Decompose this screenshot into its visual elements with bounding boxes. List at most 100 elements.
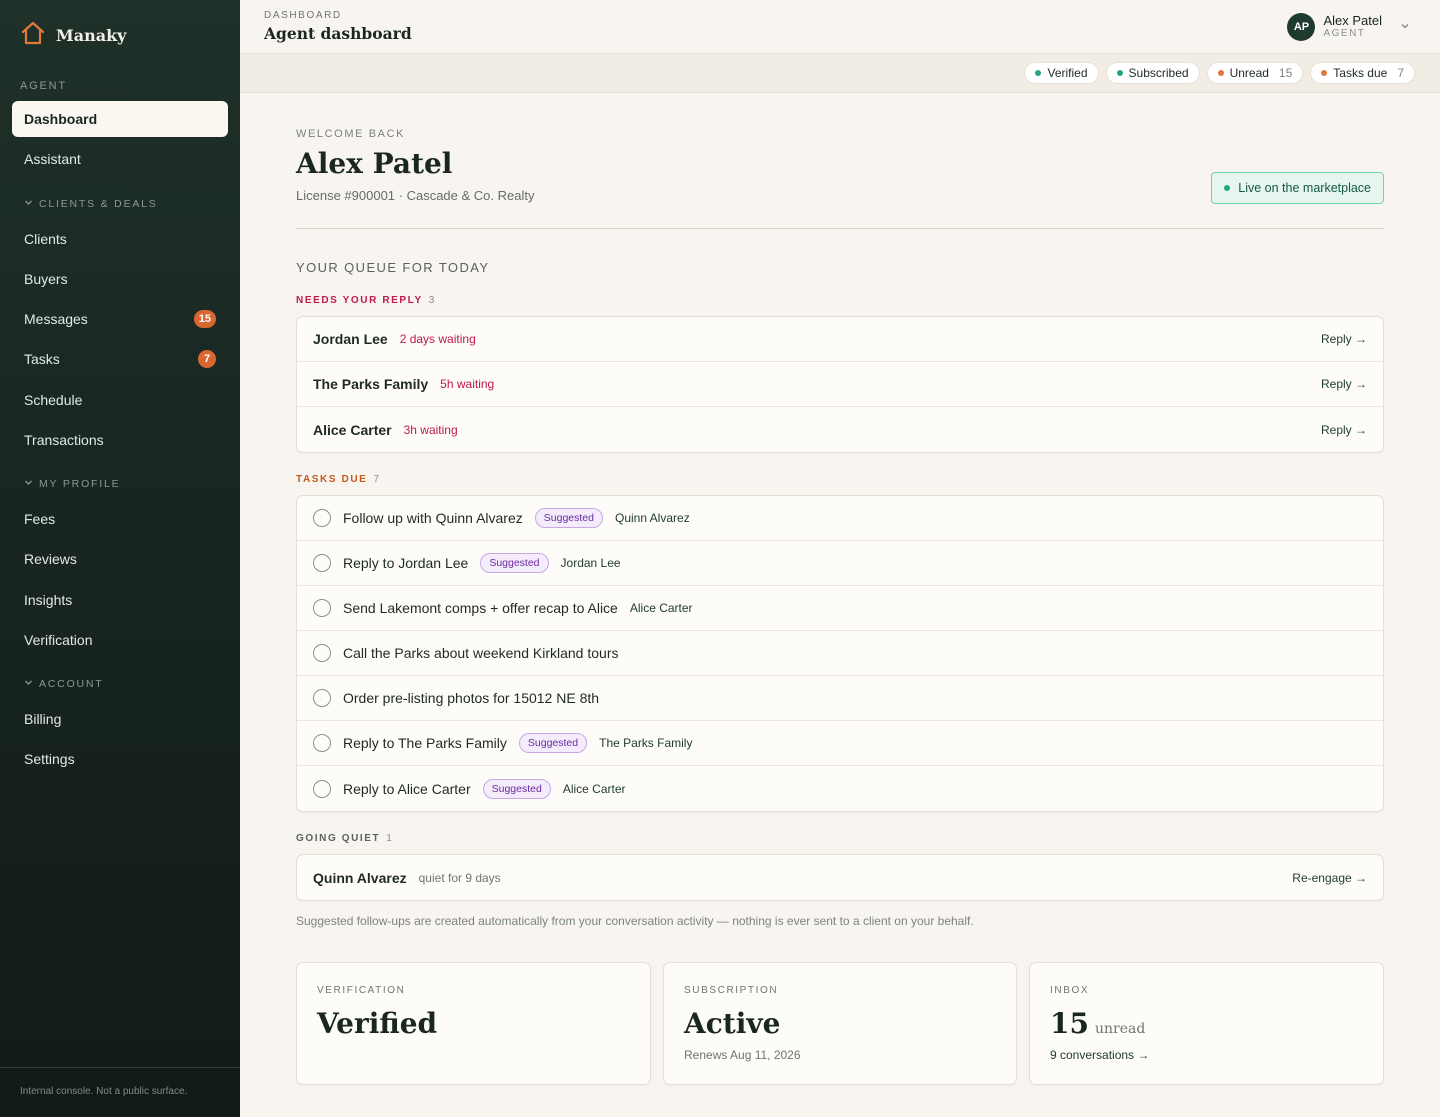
messages-count-badge: 15 — [193, 310, 216, 328]
reply-button[interactable]: Reply → — [1321, 377, 1367, 391]
task-contact[interactable]: Alice Carter — [563, 782, 626, 796]
section-label-agent: AGENT — [20, 80, 67, 92]
task-row[interactable]: Reply to Alice Carter Suggested Alice Ca… — [297, 766, 1383, 811]
stat-label: SUBSCRIPTION — [684, 985, 779, 996]
task-row[interactable]: Send Lakemont comps + offer recap to Ali… — [297, 586, 1383, 631]
stat-value-text: Active — [684, 1007, 781, 1040]
reply-button[interactable]: Reply → — [1321, 332, 1367, 346]
chevron-down-icon — [24, 478, 33, 490]
user-menu[interactable]: AP Alex Patel AGENT — [1287, 13, 1410, 41]
user-name: Alex Patel — [1323, 13, 1382, 28]
status-pill-label: Subscribed — [1128, 66, 1189, 80]
task-text: Reply to The Parks Family — [343, 735, 507, 751]
quiet-row[interactable]: Quinn Alvarez quiet for 9 days Re-engage… — [297, 855, 1383, 900]
stat-value: Verified — [317, 1007, 437, 1040]
sidebar-item-insights[interactable]: Insights — [12, 582, 228, 618]
live-status-badge[interactable]: Live on the marketplace — [1211, 172, 1384, 204]
brand[interactable]: Manaky — [20, 20, 126, 51]
sidebar-item-schedule[interactable]: Schedule — [12, 382, 228, 418]
sidebar-item-label: Buyers — [24, 271, 68, 287]
task-text: Call the Parks about weekend Kirkland to… — [343, 645, 619, 661]
sidebar-item-label: Billing — [24, 711, 62, 727]
sidebar-item-settings[interactable]: Settings — [12, 741, 228, 777]
section-toggle-account[interactable]: ACCOUNT — [24, 678, 104, 690]
tasks-count-badge: 7 — [198, 350, 216, 368]
wait-time: 2 days waiting — [399, 332, 476, 346]
sidebar-item-transactions[interactable]: Transactions — [12, 422, 228, 458]
suggested-badge: Suggested — [534, 508, 603, 528]
sidebar-item-assistant[interactable]: Assistant — [12, 141, 228, 177]
task-contact[interactable]: The Parks Family — [599, 736, 692, 750]
stat-label: VERIFICATION — [317, 985, 406, 996]
reply-row[interactable]: The Parks Family 5h waiting Reply → — [297, 362, 1383, 407]
task-checkbox[interactable] — [313, 644, 331, 662]
task-checkbox[interactable] — [313, 509, 331, 527]
task-row[interactable]: Reply to The Parks Family Suggested The … — [297, 721, 1383, 766]
breadcrumb[interactable]: DASHBOARD — [264, 10, 342, 21]
status-dot — [1035, 70, 1042, 76]
brand-name: Manaky — [56, 26, 127, 45]
sidebar-item-label: Fees — [24, 511, 56, 527]
contact-name: The Parks Family — [313, 376, 429, 392]
sidebar-item-tasks[interactable]: Tasks 7 — [12, 341, 228, 377]
stat-label: INBOX — [1050, 985, 1090, 996]
suggested-badge: Suggested — [482, 778, 551, 799]
contact-name: Alice Carter — [313, 421, 392, 438]
reply-row[interactable]: Alice Carter 3h waiting Reply → — [297, 407, 1383, 452]
page-title: Agent dashboard — [264, 24, 412, 43]
sidebar-item-clients[interactable]: Clients — [12, 221, 228, 257]
contact-name: Quinn Alvarez — [313, 869, 407, 886]
reply-row[interactable]: Jordan Lee 2 days waiting Reply → — [297, 317, 1383, 362]
license-info: License #900001 · Cascade & Co. Realty — [296, 188, 535, 203]
group-count: 7 — [373, 474, 381, 485]
sidebar-item-fees[interactable]: Fees — [12, 501, 228, 537]
task-contact[interactable]: Jordan Lee — [561, 556, 621, 570]
task-checkbox[interactable] — [313, 689, 331, 707]
sidebar-item-dashboard[interactable]: Dashboard — [12, 101, 228, 137]
sidebar-item-billing[interactable]: Billing — [12, 701, 228, 737]
task-contact[interactable]: Alice Carter — [630, 601, 693, 615]
sidebar-item-buyers[interactable]: Buyers — [12, 261, 228, 297]
task-checkbox[interactable] — [313, 554, 331, 572]
sidebar-item-label: Messages — [24, 311, 88, 327]
conversations-link[interactable]: 9 conversations → — [1050, 1048, 1149, 1062]
task-checkbox[interactable] — [313, 734, 331, 752]
task-checkbox[interactable] — [313, 779, 331, 798]
quiet-duration: quiet for 9 days — [418, 870, 501, 885]
sidebar-item-label: Assistant — [24, 151, 81, 167]
task-text: Reply to Alice Carter — [343, 780, 471, 797]
status-dot — [1116, 70, 1123, 76]
task-row[interactable]: Call the Parks about weekend Kirkland to… — [297, 631, 1383, 676]
task-checkbox[interactable] — [313, 599, 331, 617]
status-pill-tasks-due[interactable]: Tasks due 7 — [1310, 62, 1415, 84]
chevron-down-icon — [24, 198, 33, 210]
contact-name: Jordan Lee — [313, 331, 388, 347]
reply-button[interactable]: Reply → — [1321, 423, 1367, 437]
section-toggle-clients[interactable]: CLIENTS & DEALS — [24, 198, 158, 210]
task-row[interactable]: Order pre-listing photos for 15012 NE 8t… — [297, 676, 1383, 721]
task-row[interactable]: Reply to Jordan Lee Suggested Jordan Lee — [297, 541, 1383, 586]
sidebar: Manaky AGENT Dashboard Assistant CLIENTS… — [0, 0, 240, 1117]
verification-card: VERIFICATION Verified — [296, 962, 651, 1085]
needs-reply-list: Jordan Lee 2 days waiting Reply → The Pa… — [296, 316, 1384, 453]
live-status-label: Live on the marketplace — [1238, 181, 1371, 195]
section-toggle-profile[interactable]: MY PROFILE — [24, 478, 120, 490]
going-quiet-label: GOING QUIET 1 — [296, 833, 393, 844]
status-pill-count: 15 — [1278, 66, 1293, 80]
sidebar-item-label: Clients — [24, 231, 67, 247]
status-pill-unread[interactable]: Unread 15 — [1206, 62, 1304, 84]
task-row[interactable]: Follow up with Quinn Alvarez Suggested Q… — [297, 496, 1383, 541]
sidebar-item-messages[interactable]: Messages 15 — [12, 301, 228, 337]
stat-value: 15 unread — [1050, 1007, 1145, 1040]
sidebar-item-verification[interactable]: Verification — [12, 622, 228, 658]
sidebar-item-label: Dashboard — [24, 111, 98, 127]
group-count: 1 — [386, 833, 394, 844]
status-pill-subscribed[interactable]: Subscribed — [1105, 62, 1200, 84]
status-dot — [1321, 70, 1328, 76]
section-label: CLIENTS & DEALS — [39, 198, 158, 210]
task-contact[interactable]: Quinn Alvarez — [615, 511, 690, 525]
status-pill-verified[interactable]: Verified — [1024, 62, 1099, 84]
going-quiet-list: Quinn Alvarez quiet for 9 days Re-engage… — [296, 854, 1384, 901]
sidebar-item-reviews[interactable]: Reviews — [12, 541, 228, 577]
re-engage-button[interactable]: Re-engage → — [1292, 871, 1367, 885]
